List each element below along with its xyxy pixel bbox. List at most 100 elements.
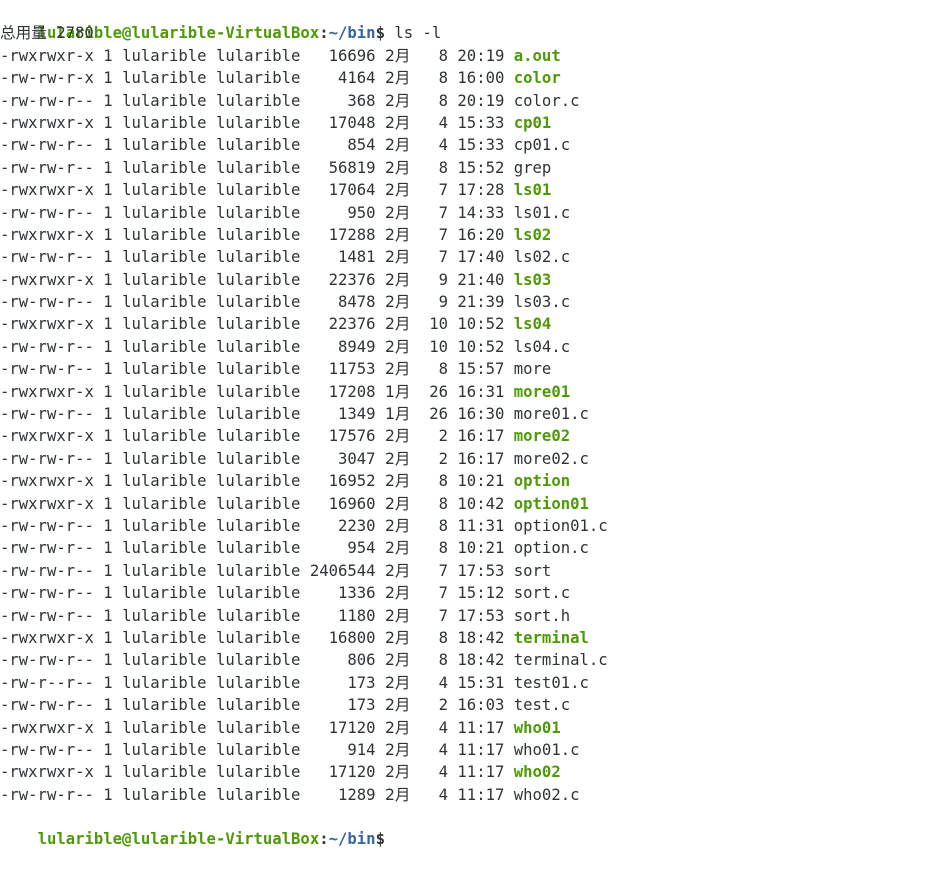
- file-size: 8949: [309, 337, 376, 356]
- file-month: 2月: [384, 763, 411, 782]
- table-row: -rw-rw-r-- 1 lularible lularible 173 2月 …: [0, 694, 951, 716]
- file-link-count: 1: [103, 248, 113, 267]
- file-permissions: -rwxrwxr-x: [0, 427, 94, 446]
- file-day: 4: [429, 673, 449, 692]
- final-prompt-line: lularible@lularible-VirtualBox:~/bin$: [0, 806, 951, 848]
- file-link-count: 1: [103, 494, 113, 513]
- file-owner: lularible: [122, 651, 207, 670]
- file-size: 1336: [309, 584, 376, 603]
- file-owner: lularible: [122, 113, 207, 132]
- file-time: 16:17: [457, 449, 505, 468]
- table-row: -rw-rw-r-- 1 lularible lularible 368 2月 …: [0, 90, 951, 112]
- table-row: -rw-rw-r-- 1 lularible lularible 3047 2月…: [0, 448, 951, 470]
- file-owner: lularible: [122, 718, 207, 737]
- file-permissions: -rwxrwxr-x: [0, 113, 94, 132]
- table-row: -rwxrwxr-x 1 lularible lularible 16800 2…: [0, 627, 951, 649]
- table-row: -rw-rw-r-- 1 lularible lularible 1336 2月…: [0, 582, 951, 604]
- file-name: ls01.c: [513, 203, 571, 222]
- file-day: 8: [429, 494, 449, 513]
- file-name: option.c: [513, 539, 589, 558]
- table-row: -rw-rw-r-- 1 lularible lularible 1289 2月…: [0, 784, 951, 806]
- file-day: 8: [429, 158, 449, 177]
- file-time: 16:03: [457, 696, 505, 715]
- file-name: ls04.c: [513, 337, 571, 356]
- file-permissions: -rwxrwxr-x: [0, 270, 94, 289]
- file-month: 2月: [384, 472, 411, 491]
- file-link-count: 1: [103, 606, 113, 625]
- total-label: 总用量: [0, 24, 47, 43]
- file-group: lularible: [215, 785, 301, 804]
- file-permissions: -rw-rw-r--: [0, 158, 94, 177]
- file-size: 173: [309, 696, 376, 715]
- file-group: lularible: [215, 270, 301, 289]
- file-month: 2月: [384, 740, 411, 759]
- file-group: lularible: [215, 315, 301, 334]
- file-owner: lularible: [122, 248, 207, 267]
- file-day: 4: [429, 785, 449, 804]
- file-day: 7: [429, 561, 449, 580]
- file-group: lularible: [215, 472, 301, 491]
- file-size: 16800: [309, 628, 376, 647]
- file-size: 854: [309, 136, 376, 155]
- prompt-colon: :: [319, 24, 329, 43]
- file-size: 8478: [309, 293, 376, 312]
- file-day: 4: [429, 113, 449, 132]
- file-name: ls04: [513, 315, 552, 334]
- file-day: 7: [429, 606, 449, 625]
- file-owner: lularible: [122, 494, 207, 513]
- file-time: 16:17: [457, 427, 505, 446]
- file-group: lularible: [215, 360, 301, 379]
- table-row: -rw-rw-r-x 1 lularible lularible 4164 2月…: [0, 67, 951, 89]
- file-permissions: -rwxrwxr-x: [0, 382, 94, 401]
- file-name: who01: [513, 718, 561, 737]
- file-size: 17208: [309, 382, 376, 401]
- file-name: more02.c: [513, 449, 589, 468]
- file-month: 2月: [384, 449, 411, 468]
- file-link-count: 1: [103, 561, 113, 580]
- command-prompt-line: lularible@lularible-VirtualBox:~/bin$ ls…: [0, 0, 951, 42]
- table-row: -rw-rw-r-- 1 lularible lularible 8478 2月…: [0, 291, 951, 313]
- file-month: 2月: [384, 69, 411, 88]
- file-permissions: -rw-rw-r--: [0, 561, 94, 580]
- file-permissions: -rw-rw-r--: [0, 405, 94, 424]
- file-day: 9: [429, 270, 449, 289]
- file-link-count: 1: [103, 382, 113, 401]
- file-month: 2月: [384, 427, 411, 446]
- file-month: 2月: [384, 136, 411, 155]
- file-month: 2月: [384, 337, 411, 356]
- file-link-count: 1: [103, 763, 113, 782]
- file-size: 1349: [309, 405, 376, 424]
- file-day: 8: [429, 360, 449, 379]
- file-owner: lularible: [122, 360, 207, 379]
- table-row: -rw-rw-r-- 1 lularible lularible 2230 2月…: [0, 515, 951, 537]
- file-permissions: -rw-rw-r-x: [0, 69, 94, 88]
- file-permissions: -rw-rw-r--: [0, 651, 94, 670]
- file-time: 11:31: [457, 516, 505, 535]
- file-size: 806: [309, 651, 376, 670]
- file-name: more01.c: [513, 405, 589, 424]
- table-row: -rwxrwxr-x 1 lularible lularible 17288 2…: [0, 224, 951, 246]
- file-owner: lularible: [122, 382, 207, 401]
- file-owner: lularible: [122, 785, 207, 804]
- file-link-count: 1: [103, 91, 113, 110]
- terminal-window[interactable]: lularible@lularible-VirtualBox:~/bin$ ls…: [0, 0, 951, 848]
- file-time: 15:33: [457, 113, 505, 132]
- file-link-count: 1: [103, 315, 113, 334]
- file-size: 17064: [309, 181, 376, 200]
- table-row: -rw-rw-r-- 1 lularible lularible 1180 2月…: [0, 605, 951, 627]
- file-name: ls01: [513, 181, 552, 200]
- file-link-count: 1: [103, 651, 113, 670]
- file-owner: lularible: [122, 315, 207, 334]
- file-time: 16:31: [457, 382, 505, 401]
- file-size: 914: [309, 740, 376, 759]
- file-name: sort.h: [513, 606, 571, 625]
- file-size: 954: [309, 539, 376, 558]
- file-day: 8: [429, 516, 449, 535]
- file-name: who01.c: [513, 740, 580, 759]
- file-name: terminal: [513, 628, 589, 647]
- file-time: 10:21: [457, 472, 505, 491]
- file-listing: -rwxrwxr-x 1 lularible lularible 16696 2…: [0, 45, 951, 806]
- file-owner: lularible: [122, 539, 207, 558]
- file-day: 26: [429, 382, 449, 401]
- file-group: lularible: [215, 673, 301, 692]
